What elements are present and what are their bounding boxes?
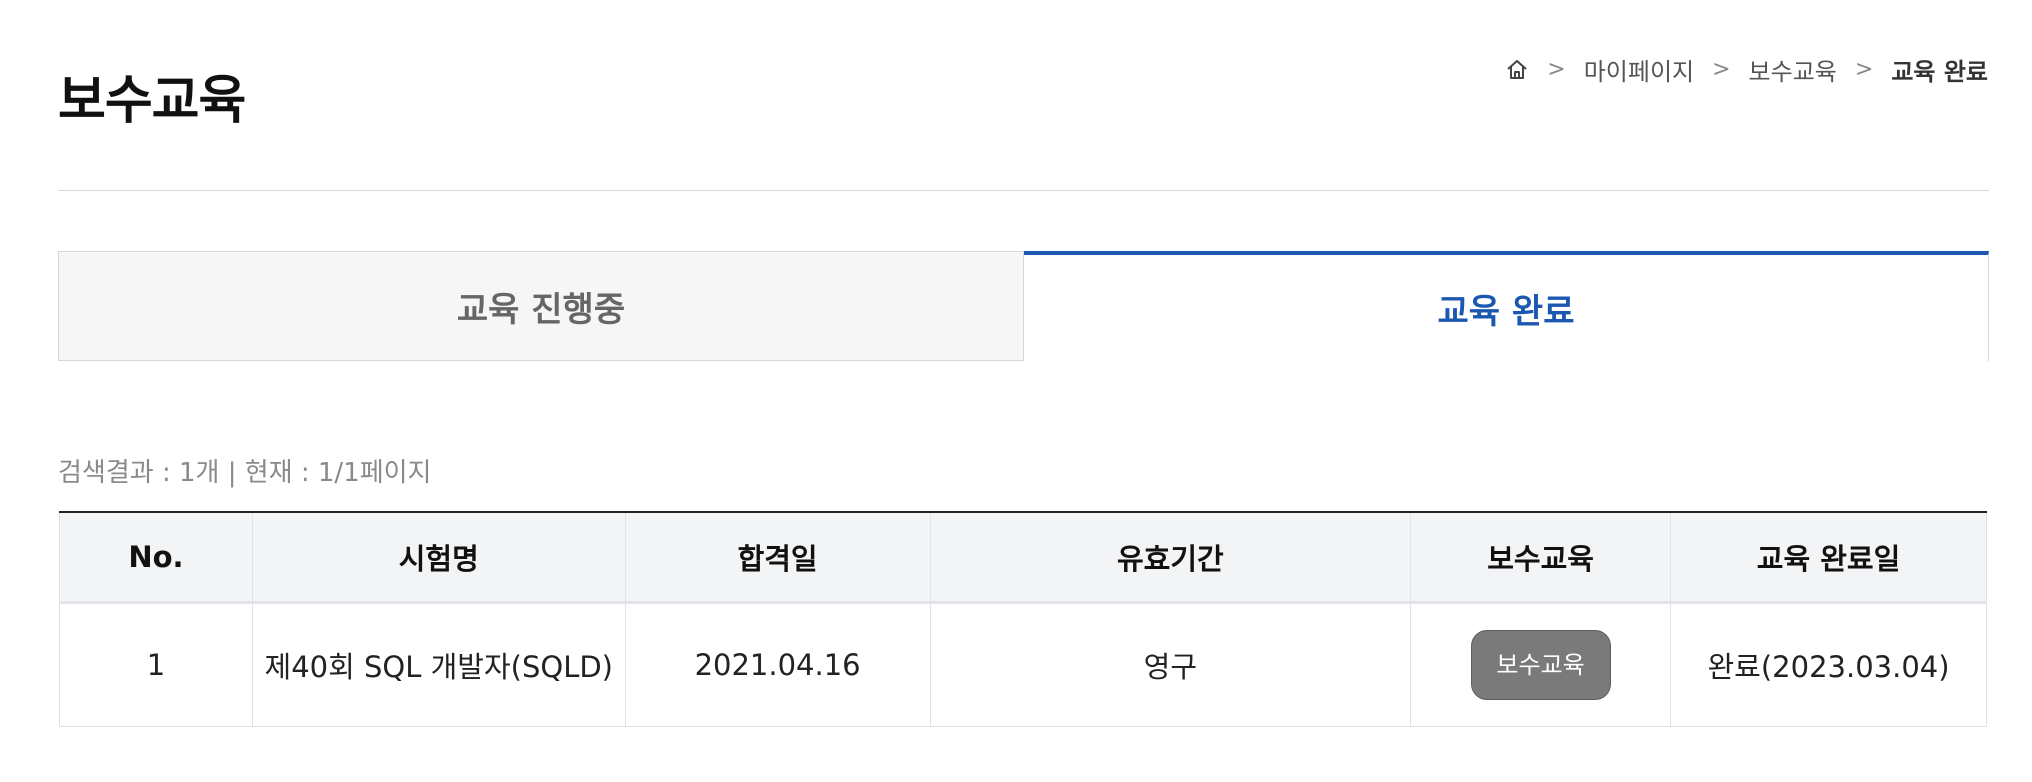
breadcrumb-current: 교육 완료 [1891, 58, 1988, 86]
results-table: No. 시험명 합격일 유효기간 보수교육 교육 완료일 1 제40회 SQL … [59, 511, 1987, 727]
column-header-education: 보수교육 [1410, 512, 1672, 604]
tab-label: 교육 진행중 [456, 289, 626, 330]
breadcrumb-mypage[interactable]: 마이페이지 [1584, 52, 1694, 87]
education-button[interactable]: 보수교육 [1470, 629, 1611, 700]
cell-no: 1 [59, 601, 253, 727]
tab-bar: 교육 진행중 교육 완료 [58, 251, 1989, 361]
chevron-right-icon: > [1547, 57, 1566, 82]
tab-in-progress[interactable]: 교육 진행중 [58, 251, 1024, 361]
breadcrumb: > 마이페이지 > 보수교육 > 교육 완료 [1505, 52, 1988, 87]
tab-label: 교육 완료 [1437, 291, 1575, 332]
page: 보수교육 > 마이페이지 > 보수교육 > 교육 완료 교육 진행중 교육 완료… [0, 0, 2032, 782]
column-header-pass-date: 합격일 [624, 512, 931, 604]
cell-education: 보수교육 [1410, 601, 1672, 727]
cell-completed: 완료(2023.03.04) [1670, 601, 1987, 727]
result-summary: 검색결과 : 1개 | 현재 : 1/1페이지 [58, 458, 432, 488]
cell-pass-date: 2021.04.16 [624, 601, 931, 727]
breadcrumb-education[interactable]: 보수교육 [1749, 52, 1837, 87]
chevron-right-icon: > [1854, 57, 1874, 82]
column-header-completed: 교육 완료일 [1670, 512, 1987, 604]
cell-validity: 영구 [929, 601, 1412, 727]
page-title: 보수교육 [58, 71, 246, 131]
cell-exam: 제40회 SQL 개발자(SQLD) [251, 601, 626, 727]
table-row: 1 제40회 SQL 개발자(SQLD) 2021.04.16 영구 보수교육 … [59, 601, 1987, 727]
table-header-row: No. 시험명 합격일 유효기간 보수교육 교육 완료일 [59, 512, 1987, 604]
chevron-right-icon: > [1712, 57, 1731, 82]
home-icon[interactable] [1505, 58, 1529, 82]
column-header-validity: 유효기간 [929, 512, 1412, 604]
column-header-no: No. [59, 512, 253, 604]
title-divider [58, 190, 1989, 191]
column-header-exam: 시험명 [251, 512, 626, 604]
tab-completed[interactable]: 교육 완료 [1024, 251, 1989, 361]
